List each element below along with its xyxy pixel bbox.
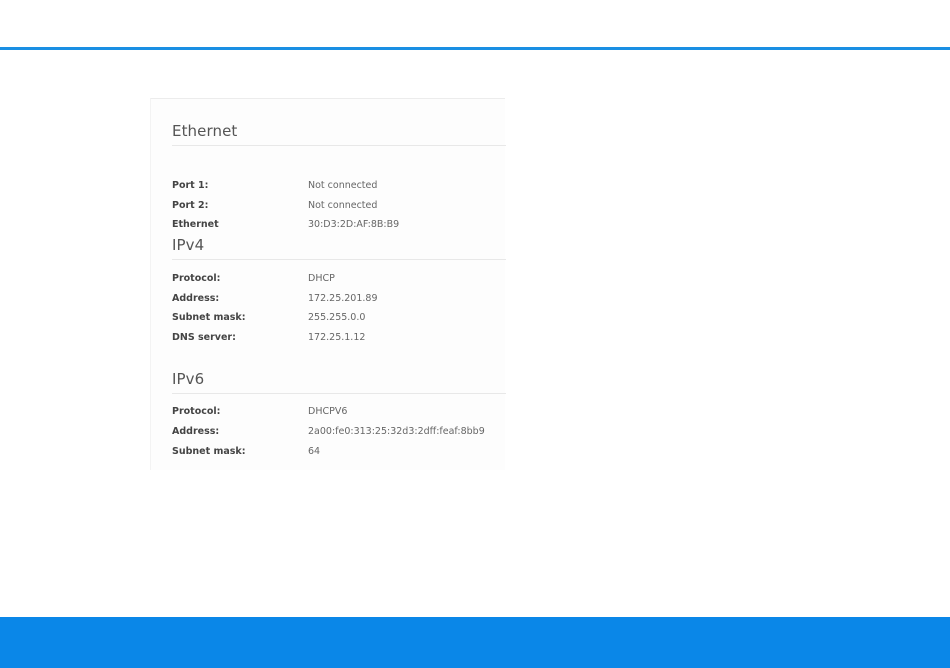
section-title: IPv6: [172, 370, 205, 388]
section-ipv6: IPv6 Protocol: DHCPV6 Address: 2a00:fe0:…: [172, 369, 506, 457]
row-label: Port 1:: [172, 180, 209, 191]
section-divider: [172, 393, 506, 394]
row-value: 172.25.1.12: [308, 332, 366, 343]
row-value: 30:D3:2D:AF:8B:B9: [308, 219, 400, 230]
row-label: DNS server:: [172, 332, 236, 343]
section-ipv4: IPv4 Protocol: DHCP Address: 172.25.201.…: [172, 235, 506, 343]
row-label: Address:: [172, 293, 220, 304]
section-divider: [172, 145, 506, 146]
row-label: Subnet mask:: [172, 446, 246, 457]
row-value: 2a00:fe0:313:25:32d3:2dff:feaf:8bb9: [308, 426, 485, 437]
row-value: 172.25.201.89: [308, 293, 378, 304]
row-value: DHCPV6: [308, 406, 348, 417]
info-row: Address: 2a00:fe0:313:25:32d3:2dff:feaf:…: [172, 424, 506, 440]
info-row: Port 1: Not connected: [172, 178, 506, 194]
row-label: Port 2:: [172, 200, 209, 211]
info-row: Protocol: DHCPV6: [172, 404, 506, 420]
row-label: Address:: [172, 426, 220, 437]
info-row: Ethernet 30:D3:2D:AF:8B:B9: [172, 217, 506, 233]
row-value: Not connected: [308, 200, 378, 211]
row-value: DHCP: [308, 273, 335, 284]
info-row: Port 2: Not connected: [172, 198, 506, 214]
network-status-panel: Ethernet Port 1: Not connected Port 2: N…: [150, 98, 506, 470]
info-row: Subnet mask: 255.255.0.0: [172, 310, 506, 326]
footer-bar: [0, 617, 950, 668]
info-row: Address: 172.25.201.89: [172, 291, 506, 307]
row-label: Ethernet: [172, 219, 219, 230]
row-label: Protocol:: [172, 406, 221, 417]
section-divider: [172, 259, 506, 260]
section-title: IPv4: [172, 236, 205, 254]
header-rule: [0, 47, 950, 50]
row-label: Protocol:: [172, 273, 221, 284]
row-label: Subnet mask:: [172, 312, 246, 323]
row-value: Not connected: [308, 180, 378, 191]
row-value: 255.255.0.0: [308, 312, 366, 323]
info-row: DNS server: 172.25.1.12: [172, 330, 506, 346]
page: Ethernet Port 1: Not connected Port 2: N…: [0, 0, 950, 668]
info-row: Subnet mask: 64: [172, 444, 506, 460]
section-ethernet: Ethernet Port 1: Not connected Port 2: N…: [172, 121, 506, 230]
section-title: Ethernet: [172, 122, 238, 140]
info-row: Protocol: DHCP: [172, 271, 506, 287]
row-value: 64: [308, 446, 321, 457]
